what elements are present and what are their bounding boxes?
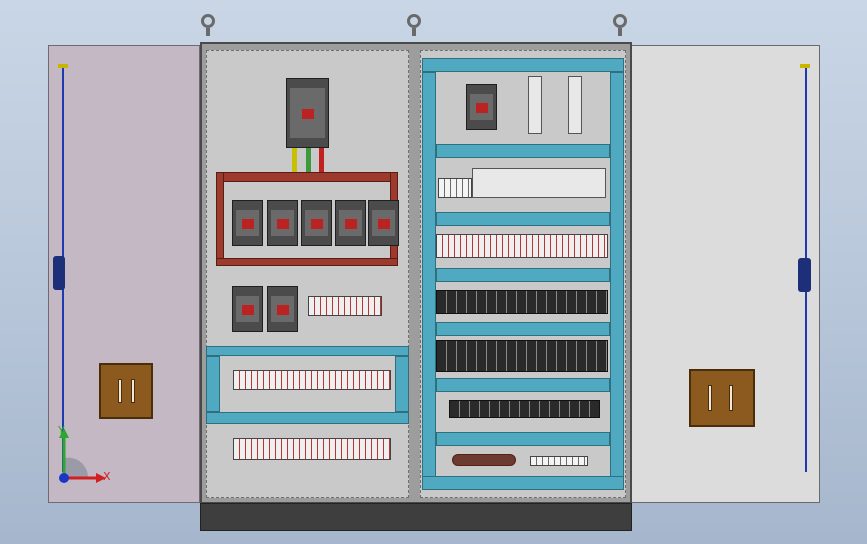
terminal-strip-black[interactable] (449, 400, 600, 418)
x-axis-label: X (103, 470, 111, 483)
power-supply-1[interactable] (528, 76, 542, 134)
feeder-breaker-3[interactable] (301, 200, 332, 246)
terminal-strip-left-2[interactable] (233, 438, 391, 460)
right-din-rail-6 (436, 432, 610, 446)
relay-bank-1[interactable] (436, 290, 608, 314)
right-trunking-right (610, 72, 624, 484)
sub-breaker-2[interactable] (267, 286, 298, 332)
feeder-breaker-5[interactable] (368, 200, 399, 246)
feeder-breaker-4[interactable] (335, 200, 366, 246)
main-breaker[interactable] (286, 78, 329, 148)
power-supply-2[interactable] (568, 76, 582, 134)
terminal-strip-right-1[interactable] (436, 234, 608, 258)
right-hinge-top-cap (800, 64, 810, 68)
right-handle-slot-b (729, 385, 733, 411)
lifting-eye-center-icon (407, 14, 421, 28)
right-din-rail-3 (436, 268, 610, 282)
lifting-eye-right-icon (613, 14, 627, 28)
lifting-eye-center-stem (412, 28, 416, 36)
right-handle-slot-a (708, 385, 712, 411)
right-din-rail-1 (436, 144, 610, 158)
left-door-handle[interactable] (99, 363, 153, 419)
ground-bar (452, 454, 516, 466)
right-trunking-left (422, 72, 436, 484)
control-breaker[interactable] (466, 84, 497, 130)
terminal-strip-left-1[interactable] (233, 370, 391, 390)
busbar-top (216, 172, 398, 182)
left-din-rail-2 (206, 412, 409, 424)
feeder-breaker-1[interactable] (232, 200, 263, 246)
right-rail-top (422, 58, 624, 72)
right-door-latch[interactable] (798, 258, 811, 292)
left-handle-slot-b (131, 379, 135, 403)
right-din-rail-2 (436, 212, 610, 226)
z-axis-dot-icon (59, 473, 69, 483)
left-hinge-top-cap (58, 64, 68, 68)
right-door-handle[interactable] (689, 369, 755, 427)
lifting-eye-right-stem (618, 28, 622, 36)
right-rail-bottom (422, 476, 624, 490)
right-din-rail-5 (436, 378, 610, 392)
left-din-rail-1 (206, 346, 409, 356)
left-trunking-right (395, 356, 409, 412)
lifting-eye-left-icon (201, 14, 215, 28)
feeder-breaker-2[interactable] (267, 200, 298, 246)
plc-module[interactable] (472, 168, 606, 198)
right-door-panel[interactable] (630, 45, 820, 503)
cabinet-plinth (200, 503, 632, 531)
neutral-bar (530, 456, 588, 466)
small-terminal-block[interactable] (308, 296, 382, 316)
y-axis-label: Y (58, 424, 65, 437)
io-terminal-block[interactable] (438, 178, 472, 198)
left-door-latch[interactable] (53, 256, 65, 290)
busbar-left-drop (216, 172, 224, 266)
left-trunking-left (206, 356, 220, 412)
sub-breaker-1[interactable] (232, 286, 263, 332)
left-handle-slot-a (118, 379, 122, 403)
right-din-rail-4 (436, 322, 610, 336)
lifting-eye-left-stem (206, 28, 210, 36)
relay-bank-2[interactable] (436, 340, 608, 372)
busbar-bottom (216, 258, 398, 266)
